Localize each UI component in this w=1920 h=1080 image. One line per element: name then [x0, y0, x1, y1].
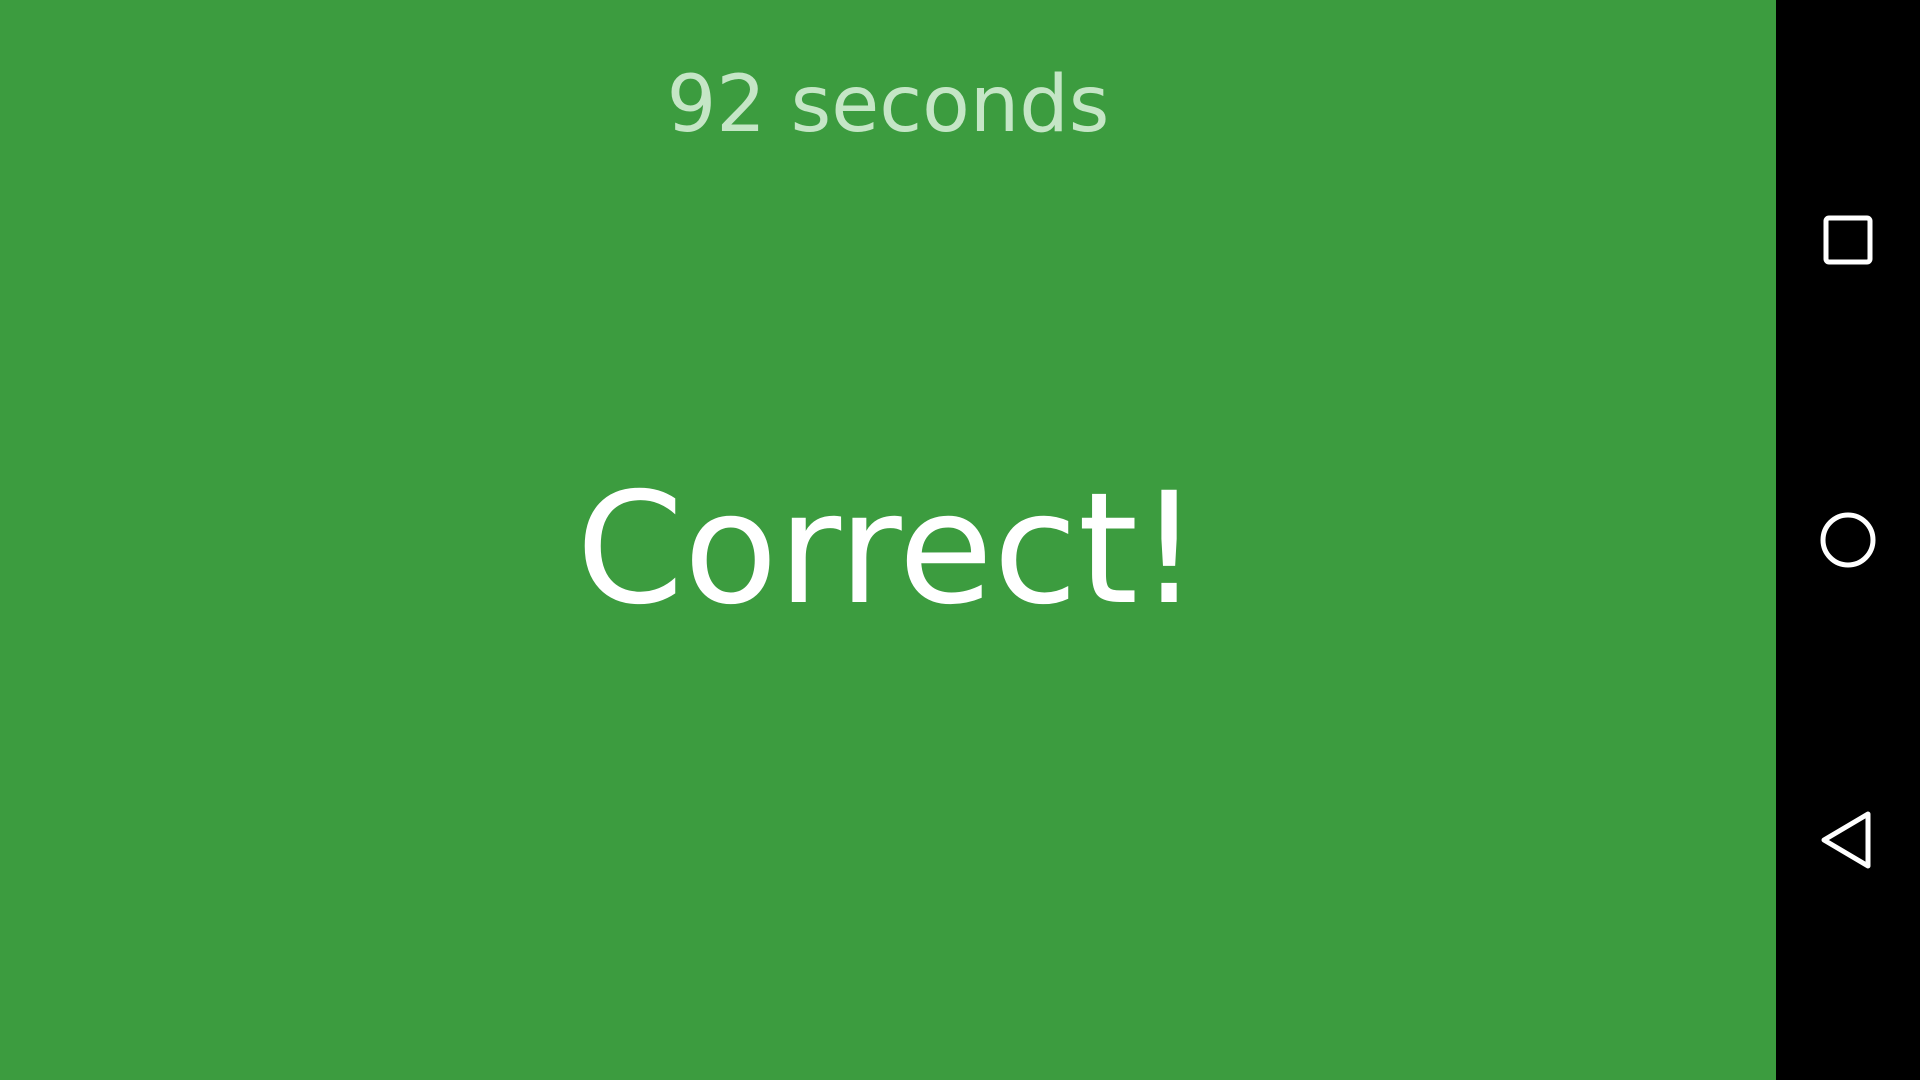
- square-icon: [1823, 215, 1873, 265]
- recents-button[interactable]: [1776, 168, 1920, 312]
- triangle-back-icon: [1821, 811, 1871, 869]
- circle-icon: [1820, 512, 1876, 568]
- system-navigation-bar: [1776, 0, 1920, 1080]
- screen: 92 seconds Correct!: [0, 0, 1920, 1080]
- game-result-area[interactable]: 92 seconds Correct!: [0, 0, 1776, 1080]
- home-button[interactable]: [1776, 468, 1920, 612]
- result-text: Correct!: [576, 460, 1200, 639]
- back-button[interactable]: [1776, 768, 1920, 912]
- timer-text: 92 seconds: [666, 60, 1110, 150]
